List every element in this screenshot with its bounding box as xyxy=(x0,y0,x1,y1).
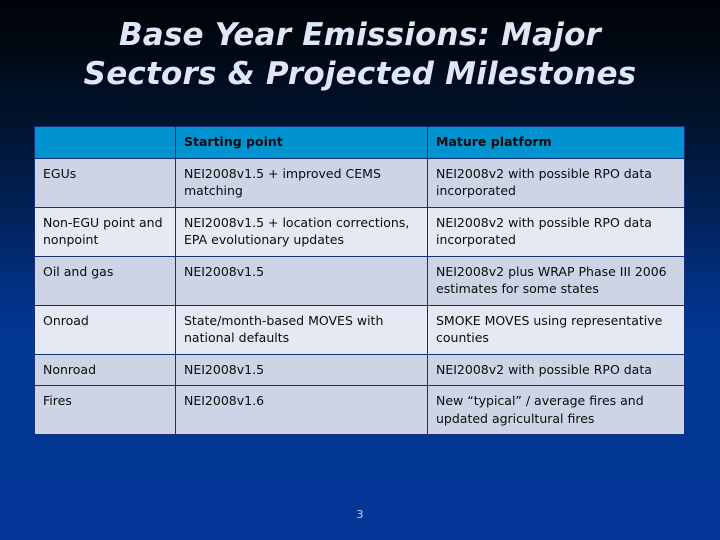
cell-sector: Non-EGU point and nonpoint xyxy=(34,206,176,257)
page-title: Base Year Emissions: Major Sectors & Pro… xyxy=(0,16,720,94)
cell-sector: Onroad xyxy=(34,304,176,355)
cell-mature-platform: NEI2008v2 with possible RPO data incorpo… xyxy=(427,157,685,208)
cell-mature-platform: New “typical” / average fires and update… xyxy=(427,385,685,435)
slide-canvas: Base Year Emissions: Major Sectors & Pro… xyxy=(0,0,720,540)
table-header-row: Starting point Mature platform xyxy=(34,126,685,159)
table-row: Oil and gas NEI2008v1.5 NEI2008v2 plus W… xyxy=(34,255,685,306)
cell-sector: Fires xyxy=(34,385,176,435)
cell-mature-platform: NEI2008v2 plus WRAP Phase III 2006 estim… xyxy=(427,255,685,306)
emissions-matrix-table: Starting point Mature platform EGUs NEI2… xyxy=(34,126,685,435)
page-title-line-1: Base Year Emissions: Major xyxy=(118,17,602,53)
table-row: Onroad State/month-based MOVES with nati… xyxy=(34,304,685,355)
cell-mature-platform: NEI2008v2 with possible RPO data incorpo… xyxy=(427,206,685,257)
table-row: Fires NEI2008v1.6 New “typical” / averag… xyxy=(34,385,685,435)
cell-sector: Nonroad xyxy=(34,353,176,386)
cell-starting-point: NEI2008v1.5 xyxy=(175,353,428,386)
cell-sector: Oil and gas xyxy=(34,255,176,306)
table-body: EGUs NEI2008v1.5 + improved CEMS matchin… xyxy=(34,157,685,435)
table-row: Nonroad NEI2008v1.5 NEI2008v2 with possi… xyxy=(34,353,685,386)
column-header-starting-point: Starting point xyxy=(175,126,428,159)
cell-starting-point: NEI2008v1.5 + location corrections, EPA … xyxy=(175,206,428,257)
cell-mature-platform: SMOKE MOVES using representative countie… xyxy=(427,304,685,355)
cell-sector: EGUs xyxy=(34,157,176,208)
page-number: 3 xyxy=(356,508,364,521)
cell-mature-platform: NEI2008v2 with possible RPO data xyxy=(427,353,685,386)
table-row: Non-EGU point and nonpoint NEI2008v1.5 +… xyxy=(34,206,685,257)
cell-starting-point: NEI2008v1.5 xyxy=(175,255,428,306)
table-row: EGUs NEI2008v1.5 + improved CEMS matchin… xyxy=(34,157,685,208)
cell-starting-point: State/month-based MOVES with national de… xyxy=(175,304,428,355)
column-header-mature-platform: Mature platform xyxy=(427,126,685,159)
cell-starting-point: NEI2008v1.6 xyxy=(175,385,428,435)
column-header-sector xyxy=(34,126,176,159)
cell-starting-point: NEI2008v1.5 + improved CEMS matching xyxy=(175,157,428,208)
page-title-line-2: Sectors & Projected Milestones xyxy=(83,56,637,92)
